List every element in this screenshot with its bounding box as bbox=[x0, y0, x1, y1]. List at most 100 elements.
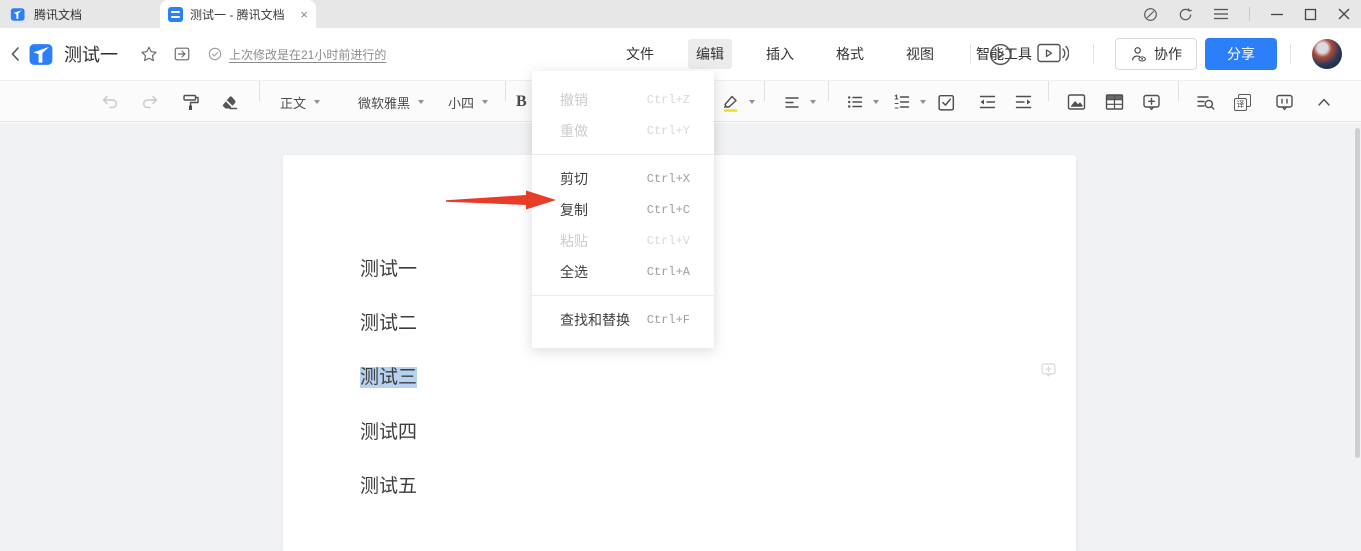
header-divider bbox=[1290, 28, 1291, 80]
insert-comment-button[interactable] bbox=[1141, 81, 1162, 123]
tab-close-icon[interactable]: × bbox=[300, 7, 308, 22]
menu-item-find-replace[interactable]: 查找和替换Ctrl+F bbox=[532, 304, 714, 335]
chevron-down-icon bbox=[873, 100, 879, 104]
highlight-color-dropdown[interactable] bbox=[720, 81, 755, 123]
doc-tab-title: 测试一 - 腾讯文档 bbox=[190, 6, 285, 23]
refresh-icon[interactable] bbox=[1178, 7, 1193, 22]
chevron-down-icon bbox=[314, 100, 320, 104]
line-spacing-dropdown[interactable] bbox=[782, 81, 816, 123]
insert-table-button[interactable] bbox=[1104, 81, 1125, 123]
bullet-list-icon bbox=[845, 92, 865, 112]
font-family-value: 微软雅黑 bbox=[358, 93, 410, 112]
share-button[interactable]: 分享 bbox=[1205, 28, 1277, 80]
chevron-down-icon bbox=[810, 100, 816, 104]
chevron-down-icon bbox=[920, 100, 926, 104]
menu-item-select-all[interactable]: 全选Ctrl+A bbox=[532, 256, 714, 287]
insert-image-button[interactable] bbox=[1066, 81, 1087, 123]
add-comment-hover-icon[interactable] bbox=[1039, 361, 1058, 384]
font-size-value: 小四 bbox=[448, 93, 474, 112]
menu-hamburger-icon[interactable] bbox=[1213, 7, 1229, 21]
toolbar-divider bbox=[828, 81, 829, 101]
translate-button[interactable]: 译 bbox=[1234, 81, 1251, 123]
doc-line-1[interactable]: 测试一 bbox=[360, 256, 417, 284]
edit-dropdown-menu: 撤销Ctrl+Z 重做Ctrl+Y 剪切Ctrl+X 复制Ctrl+C 粘贴Ct… bbox=[532, 71, 714, 348]
menu-file[interactable]: 文件 bbox=[618, 39, 662, 69]
toolbar-divider bbox=[764, 81, 765, 101]
vertical-scrollbar[interactable] bbox=[1355, 128, 1360, 458]
user-avatar[interactable] bbox=[1312, 28, 1342, 80]
menu-separator bbox=[532, 295, 714, 296]
paragraph-style-dropdown[interactable]: 正文 bbox=[280, 81, 320, 123]
collapse-toolbar-button[interactable] bbox=[1314, 81, 1334, 123]
collaborate-button[interactable]: 协作 bbox=[1115, 28, 1197, 80]
back-button[interactable] bbox=[10, 28, 20, 80]
doc-logo-icon bbox=[28, 28, 55, 80]
annotation-arrow bbox=[446, 189, 558, 211]
menu-edit[interactable]: 编辑 bbox=[688, 39, 732, 69]
toolbar-divider bbox=[259, 81, 260, 101]
outdent-button[interactable] bbox=[977, 81, 998, 123]
clear-format-eraser-icon[interactable] bbox=[219, 81, 239, 123]
highlighter-icon bbox=[720, 92, 741, 113]
minimize-icon[interactable] bbox=[1270, 7, 1284, 21]
translate-icon: 译 bbox=[1234, 98, 1247, 111]
collaborate-label: 协作 bbox=[1154, 44, 1182, 64]
save-status[interactable]: 上次修改是在21小时前进行的 bbox=[208, 28, 386, 80]
header-divider bbox=[970, 28, 971, 80]
menu-item-redo: 重做Ctrl+Y bbox=[532, 115, 714, 146]
toolbar-divider bbox=[505, 81, 506, 101]
checkbox-list-button[interactable] bbox=[936, 81, 957, 123]
document-tab[interactable]: 测试一 - 腾讯文档 × bbox=[160, 0, 316, 28]
doc-line-4[interactable]: 测试四 bbox=[360, 419, 417, 447]
bold-label: B bbox=[516, 93, 527, 111]
paragraph-style-value: 正文 bbox=[280, 93, 306, 112]
chevron-down-icon bbox=[482, 100, 488, 104]
window-titlebar: 腾讯文档 测试一 - 腾讯文档 × bbox=[0, 0, 1361, 28]
line-spacing-icon bbox=[782, 92, 802, 112]
undo-button[interactable] bbox=[100, 81, 120, 123]
toolbar-divider bbox=[1048, 81, 1049, 101]
menu-format[interactable]: 格式 bbox=[828, 39, 872, 69]
protect-mode-icon[interactable] bbox=[1143, 7, 1158, 22]
menu-item-copy[interactable]: 复制Ctrl+C bbox=[532, 194, 714, 225]
numbered-list-dropdown[interactable] bbox=[892, 81, 926, 123]
collaborator-icon bbox=[1130, 45, 1148, 63]
menu-item-cut[interactable]: 剪切Ctrl+X bbox=[532, 163, 714, 194]
doc-line-3-selected[interactable]: 测试三 bbox=[360, 364, 417, 392]
move-to-folder-icon[interactable] bbox=[173, 28, 191, 80]
titlebar-divider bbox=[1249, 7, 1250, 21]
menu-view[interactable]: 视图 bbox=[898, 39, 942, 69]
find-outline-button[interactable] bbox=[1195, 81, 1216, 123]
menu-item-undo: 撤销Ctrl+Z bbox=[532, 84, 714, 115]
bullet-list-dropdown[interactable] bbox=[845, 81, 879, 123]
doc-line-2[interactable]: 测试二 bbox=[360, 310, 417, 338]
menu-separator bbox=[532, 154, 714, 155]
chevron-down-icon bbox=[749, 100, 755, 104]
indent-button[interactable] bbox=[1013, 81, 1034, 123]
chevron-down-icon bbox=[418, 100, 424, 104]
doc-tab-icon bbox=[168, 7, 183, 22]
close-icon[interactable] bbox=[1337, 7, 1351, 21]
menu-item-paste: 粘贴Ctrl+V bbox=[532, 225, 714, 256]
font-size-dropdown[interactable]: 小四 bbox=[448, 81, 488, 123]
last-modified-text[interactable]: 上次修改是在21小时前进行的 bbox=[229, 46, 386, 63]
toolbar-divider bbox=[1178, 81, 1179, 101]
numbered-list-icon bbox=[892, 92, 912, 112]
font-family-dropdown[interactable]: 微软雅黑 bbox=[358, 81, 424, 123]
present-mode-icon[interactable] bbox=[1037, 28, 1069, 80]
page-title: 测试一 bbox=[64, 28, 118, 80]
comments-panel-button[interactable] bbox=[1274, 81, 1295, 123]
header-divider bbox=[1093, 28, 1094, 80]
bold-button[interactable]: B bbox=[516, 81, 527, 123]
redo-button[interactable] bbox=[140, 81, 160, 123]
app-name: 腾讯文档 bbox=[34, 6, 82, 23]
menu-insert[interactable]: 插入 bbox=[758, 39, 802, 69]
doc-line-5[interactable]: 测试五 bbox=[360, 473, 417, 501]
maximize-icon[interactable] bbox=[1304, 8, 1317, 21]
format-painter-icon[interactable] bbox=[181, 81, 201, 123]
app-logo-icon bbox=[10, 7, 26, 22]
share-label: 分享 bbox=[1205, 38, 1277, 70]
check-circle-icon bbox=[208, 47, 222, 61]
star-favorite-icon[interactable] bbox=[140, 28, 158, 80]
play-demo-icon[interactable] bbox=[988, 28, 1013, 80]
